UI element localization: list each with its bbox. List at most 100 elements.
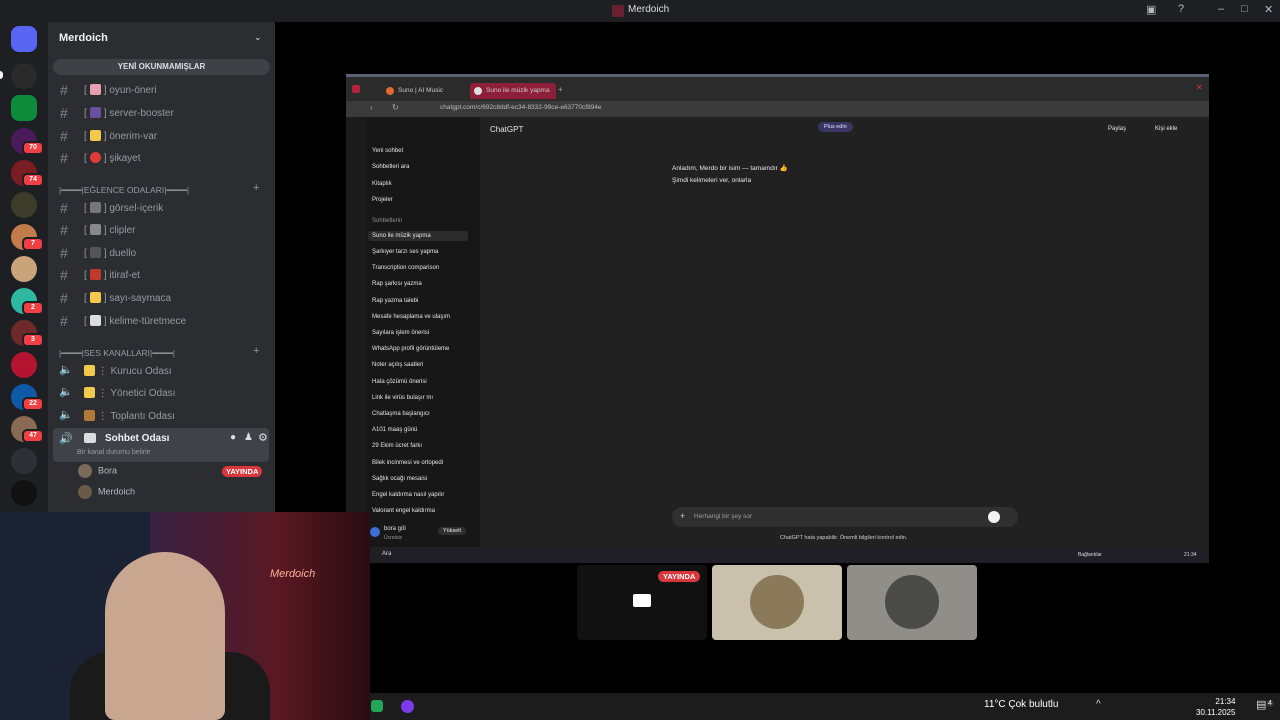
address-bar[interactable]: ‹ ↻ chatgpt.com/c/692c8ddf-ec34-8332-99c…	[346, 101, 1209, 117]
chat-item[interactable]: Hata çözümü önerisi	[372, 379, 427, 385]
add-person-button[interactable]: Kişi ekle	[1155, 126, 1177, 132]
back-icon[interactable]: ‹	[370, 103, 373, 112]
channel-label: Toplantı Odası	[110, 411, 175, 422]
chat-item[interactable]: Sağlık ocağı mesaisi	[372, 476, 427, 482]
message-input[interactable]: + Herhangi bir şey sor	[672, 507, 1018, 527]
channel-kelime-turetmece[interactable]: # [] kelime-türetmece	[53, 311, 269, 331]
channel-gorsel-icerik[interactable]: # [] görsel-içerik	[53, 198, 269, 218]
channel-itiraf-et[interactable]: # [] itiraf-et	[53, 265, 269, 285]
message-icon[interactable]: ●	[230, 432, 236, 443]
speaker-icon: 🔈	[59, 364, 73, 376]
channel-oyun-oneri[interactable]: # [] oyun-öneri	[53, 80, 269, 100]
channel-sayi-saymaca[interactable]: # [] sayı-saymaca	[53, 288, 269, 308]
chat-item[interactable]: Rap şarkısı yazma	[372, 281, 422, 287]
unread-badge: 74	[22, 173, 44, 187]
channel-clipler[interactable]: # [] clipler	[53, 220, 269, 240]
minimize-button[interactable]: –	[1218, 3, 1224, 15]
close-button[interactable]: ✕	[1264, 3, 1273, 16]
plus-icon[interactable]: +	[680, 511, 685, 521]
tab-chatgpt[interactable]: Suno ile müzik yapma	[470, 83, 556, 99]
tab-suno[interactable]: Suno | AI Music	[382, 83, 468, 99]
app-icon[interactable]	[371, 700, 383, 712]
avatar	[78, 485, 92, 499]
channel-duello[interactable]: # [] duello	[53, 243, 269, 263]
invite-icon[interactable]: ♟	[244, 432, 253, 443]
server-icon-7[interactable]	[11, 256, 37, 282]
server-name[interactable]: Merdoich	[59, 32, 108, 44]
server-icon-kick[interactable]	[11, 95, 37, 121]
chat-item[interactable]: Şarkıyer tarzı ses yapma	[372, 249, 438, 255]
chevron-up-icon[interactable]: ^	[1096, 699, 1101, 710]
briefcase-icon	[84, 410, 95, 421]
nav-library[interactable]: Kitaplık	[372, 181, 392, 187]
voice-channel-kurucu[interactable]: 🔈 ⋮ Kurucu Odası	[53, 361, 269, 381]
channel-server-booster[interactable]: # [] server-booster	[53, 103, 269, 123]
nav-search-chats[interactable]: Sohbetleri ara	[372, 164, 409, 170]
nav-projects[interactable]: Projeler	[372, 197, 393, 203]
chat-item[interactable]: Chatlaşma başlangıcı	[372, 411, 430, 417]
new-tab-icon[interactable]: +	[558, 85, 563, 94]
reload-icon[interactable]: ↻	[392, 103, 399, 112]
server-icon-merdoich[interactable]	[11, 63, 37, 89]
category-fun[interactable]: |━━━━|EĞLENCE ODALARI|━━━━|	[59, 185, 189, 196]
plus-icon[interactable]: +	[253, 345, 259, 357]
chat-item[interactable]: Suno ile müzik yapma	[368, 231, 468, 241]
server-icon-netflix[interactable]	[11, 352, 37, 378]
share-button[interactable]: Paylaş	[1108, 126, 1126, 132]
url-text: chatgpt.com/c/692c8ddf-ec34-8332-99ce-e6…	[440, 104, 602, 111]
user-name[interactable]: bora göl	[384, 526, 406, 532]
nav-new-chat[interactable]: Yeni sohbet	[372, 148, 403, 154]
stop-button[interactable]	[988, 511, 1000, 523]
chat-item[interactable]: Sayılara işlem önerisi	[372, 330, 429, 336]
note-icon	[89, 315, 101, 326]
shared-screen[interactable]: Suno | AI Music Suno ile müzik yapma + ✕…	[346, 74, 1209, 563]
server-icon-triangle[interactable]	[11, 448, 37, 474]
category-voice[interactable]: |━━━━|SES KANALLARI|━━━━|	[59, 348, 175, 359]
chat-item[interactable]: Link ile virüs bulaşır mı	[372, 395, 433, 401]
chat-item[interactable]: WhatsApp profil görüntüleme	[372, 346, 449, 352]
voice-member-bora[interactable]: Bora	[78, 464, 117, 478]
clock[interactable]: 21:34 30.11.2025	[1196, 696, 1235, 718]
swords-icon	[89, 247, 101, 258]
voice-channel-yonetici[interactable]: 🔈 ⋮ Yönetici Odası	[53, 383, 269, 403]
selected-pill	[0, 71, 3, 79]
chat-item[interactable]: A101 maaş günü	[372, 427, 417, 433]
screen-share-icon[interactable]: ▣	[1146, 3, 1156, 16]
server-icon-14[interactable]	[11, 480, 37, 506]
discord-home-icon[interactable]	[11, 26, 37, 52]
chat-item[interactable]: 29 Ekim ücret farkı	[372, 443, 422, 449]
channel-onerim-var[interactable]: # [] önerim-var	[53, 126, 269, 146]
chat-item[interactable]: Noter açılış saatleri	[372, 362, 423, 368]
chat-item[interactable]: Bilek incinmesi ve ortopedi	[372, 460, 443, 466]
chat-item[interactable]: Valorant engel kaldırma	[372, 508, 435, 514]
app-icon[interactable]	[401, 700, 414, 713]
chevron-down-icon[interactable]: ⌄	[254, 32, 262, 43]
notification-icon[interactable]: ▤	[1256, 698, 1266, 711]
chat-item[interactable]: Engel kaldırma nasıl yapılır	[372, 492, 444, 498]
plus-button[interactable]: Plus edin	[818, 122, 853, 132]
chat-item[interactable]: Mesafe hesaplama ve ulaşım	[372, 314, 450, 320]
weather-widget[interactable]: 11°C Çok bulutlu	[984, 699, 1058, 710]
chat-item[interactable]: Rap yazma talebi	[372, 298, 418, 304]
participant-tile-bora[interactable]	[712, 565, 842, 640]
maximize-button[interactable]: □	[1241, 3, 1248, 15]
hash-icon: #	[60, 313, 68, 329]
participant-tile-merdoich[interactable]	[847, 565, 977, 640]
help-icon[interactable]: ?	[1178, 3, 1184, 15]
unread-bar[interactable]: YENİ OKUNMAMIŞLAR	[53, 59, 270, 75]
gear-icon[interactable]: ⚙	[258, 431, 268, 444]
channel-sikayet[interactable]: # [] şikayet	[53, 148, 269, 168]
channel-label: görsel-içerik	[109, 203, 164, 214]
upgrade-button[interactable]: Yükselt	[438, 527, 467, 535]
chatgpt-sidebar: Yeni sohbet Sohbetleri ara Kitaplık Proj…	[366, 117, 480, 547]
voice-channel-sohbet[interactable]: 🔊 Sohbet Odası ● ♟ ⚙ Bir kanal durumu be…	[53, 428, 269, 462]
server-icon-5[interactable]	[11, 192, 37, 218]
close-icon[interactable]: ✕	[1196, 83, 1203, 92]
hash-icon: #	[60, 267, 68, 283]
model-selector[interactable]: ChatGPT	[490, 125, 523, 134]
channel-status[interactable]: Bir kanal durumu belirle	[77, 449, 151, 456]
voice-member-merdoich[interactable]: Merdoich	[78, 485, 135, 499]
voice-channel-toplanti[interactable]: 🔈 ⋮ Toplantı Odası	[53, 406, 269, 426]
chat-item[interactable]: Transcription comparison	[372, 265, 439, 271]
plus-icon[interactable]: +	[253, 182, 259, 194]
